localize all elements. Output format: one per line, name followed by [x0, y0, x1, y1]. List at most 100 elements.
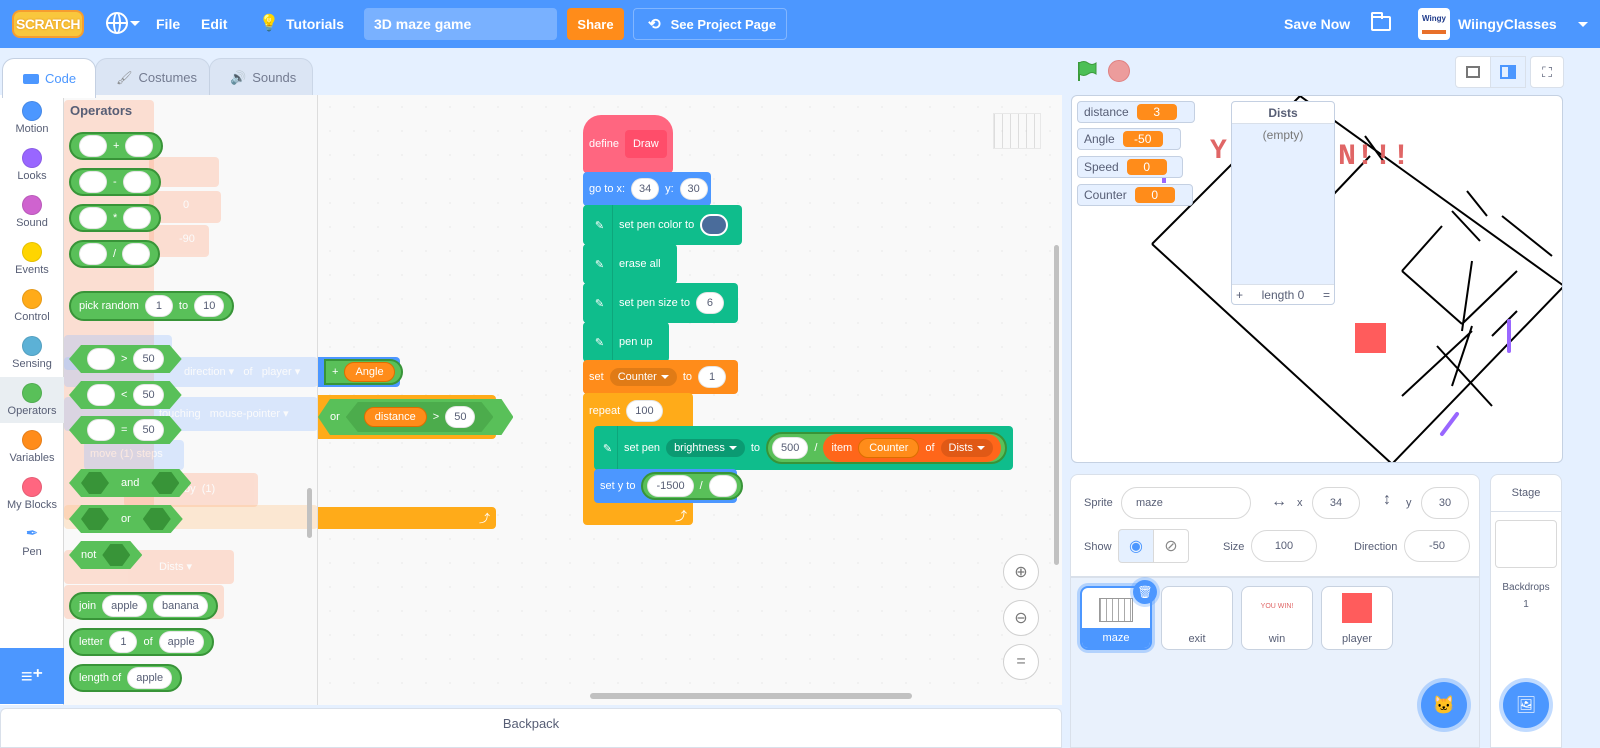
- category-motion[interactable]: Motion: [0, 95, 64, 141]
- add-block[interactable]: +: [69, 132, 164, 160]
- workspace-vertical-scrollbar[interactable]: [1054, 245, 1059, 565]
- or-operator[interactable]: or distance >50: [318, 399, 513, 435]
- color-swatch-input[interactable]: [700, 214, 729, 236]
- empty-slot[interactable]: [79, 171, 107, 193]
- go-to-xy-block[interactable]: go to x: 34 y: 30: [583, 172, 711, 206]
- empty-slot[interactable]: [79, 207, 107, 229]
- size-input[interactable]: 100: [1251, 530, 1317, 562]
- stray-motion-block[interactable]: + Angle: [318, 357, 403, 387]
- choose-backdrop-button[interactable]: 🖼: [1503, 682, 1549, 728]
- empty-slot[interactable]: [87, 419, 115, 441]
- text-input[interactable]: banana: [153, 595, 208, 617]
- palette-scrollbar[interactable]: [307, 488, 312, 538]
- category-operators[interactable]: Operators: [0, 377, 64, 423]
- green-flag-button[interactable]: [1076, 60, 1098, 82]
- set-variable-block[interactable]: set Counter to 1: [583, 360, 738, 394]
- boolean-slot[interactable]: [81, 472, 109, 494]
- erase-all-block[interactable]: ✎ erase all: [583, 244, 677, 284]
- numerator-input[interactable]: 500: [772, 437, 809, 459]
- add-extension-button[interactable]: ≡⁺: [0, 648, 64, 704]
- list-resize-handle[interactable]: =: [1323, 288, 1330, 302]
- set-pen-param-block[interactable]: ✎ set pen brightness to 500 / item Count…: [594, 426, 1013, 470]
- my-stuff-folder-icon[interactable]: [1371, 12, 1391, 31]
- stage-thumbnail[interactable]: [1495, 520, 1557, 568]
- y-input[interactable]: 30: [679, 178, 708, 200]
- angle-variable[interactable]: Angle: [344, 362, 395, 382]
- edit-menu[interactable]: Edit: [201, 16, 227, 32]
- file-menu[interactable]: File: [156, 16, 180, 32]
- stop-button[interactable]: [1108, 60, 1130, 82]
- empty-slot[interactable]: [708, 475, 737, 497]
- code-workspace[interactable]: + Angle or distance >50 ⤴ define Draw go t…: [318, 95, 1062, 705]
- small-stage-button[interactable]: [1455, 56, 1491, 88]
- length-of-block[interactable]: length of apple: [69, 664, 183, 692]
- sprite-name-input[interactable]: maze: [1121, 487, 1251, 519]
- sprite-thumb-player[interactable]: player: [1321, 586, 1393, 650]
- tutorials-menu[interactable]: Tutorials: [286, 16, 344, 32]
- custom-block-name[interactable]: Draw: [624, 130, 667, 158]
- text-input[interactable]: apple: [158, 631, 204, 653]
- equals-block[interactable]: = 50: [69, 416, 182, 444]
- direction-input[interactable]: -50: [1404, 530, 1470, 562]
- value-input[interactable]: 50: [133, 384, 163, 406]
- pen-up-block[interactable]: ✎ pen up: [583, 322, 669, 362]
- distance-variable[interactable]: distance: [364, 407, 427, 427]
- counter-variable[interactable]: Counter: [858, 438, 920, 458]
- letter-of-block[interactable]: letter 1 of apple: [69, 628, 214, 656]
- stray-control-block[interactable]: or distance >50: [318, 395, 496, 439]
- scratch-logo[interactable]: SCRATCH: [12, 10, 84, 38]
- tab-costumes[interactable]: 🖌 Costumes: [95, 58, 210, 96]
- empty-slot[interactable]: [125, 135, 154, 157]
- category-variables[interactable]: Variables: [0, 424, 64, 470]
- pick-random-block[interactable]: pick random 1 to 10: [69, 291, 235, 321]
- greater-than-operator[interactable]: distance >50: [346, 402, 494, 432]
- tab-sounds[interactable]: 🔊 Sounds: [209, 58, 313, 96]
- delete-sprite-button[interactable]: 🗑: [1133, 580, 1157, 604]
- list-monitor-dists[interactable]: Dists (empty) + length 0 =: [1231, 101, 1335, 305]
- multiply-block[interactable]: *: [69, 204, 162, 232]
- backpack[interactable]: Backpack: [0, 708, 1062, 748]
- category-sensing[interactable]: Sensing: [0, 330, 64, 376]
- set-pen-color-block[interactable]: ✎ set pen color to: [583, 205, 742, 245]
- variable-monitor-speed[interactable]: Speed 0: [1077, 156, 1183, 178]
- category-my-blocks[interactable]: My Blocks: [0, 471, 64, 517]
- category-pen[interactable]: ✒ Pen: [0, 518, 64, 564]
- avatar[interactable]: Wingy: [1418, 8, 1450, 40]
- language-globe-icon[interactable]: [106, 12, 128, 34]
- repeat-count-input[interactable]: 100: [626, 400, 663, 422]
- x-position-input[interactable]: 34: [1312, 487, 1360, 519]
- stage-canvas[interactable]: Y N!!! distance 3 Angle -50 Speed 0 Counter…: [1071, 95, 1563, 463]
- to-input[interactable]: 10: [194, 295, 225, 317]
- category-looks[interactable]: Looks: [0, 142, 64, 188]
- variable-monitor-angle[interactable]: Angle -50: [1077, 128, 1181, 150]
- define-block[interactable]: define Draw: [583, 115, 673, 173]
- list-dropdown[interactable]: Dists: [940, 439, 993, 457]
- item-of-list-block[interactable]: item Counter of Dists: [823, 434, 1001, 462]
- value-input[interactable]: 50: [133, 348, 163, 370]
- or-block[interactable]: or: [69, 505, 183, 533]
- pen-param-dropdown[interactable]: brightness: [666, 439, 745, 457]
- join-block[interactable]: join apple banana: [69, 592, 218, 620]
- not-block[interactable]: not: [69, 541, 142, 569]
- player-sprite[interactable]: [1355, 323, 1386, 353]
- text-input[interactable]: apple: [102, 595, 148, 617]
- boolean-slot[interactable]: [102, 544, 130, 566]
- sprite-thumb-win[interactable]: YOU WIN! win: [1241, 586, 1313, 650]
- save-now-button[interactable]: Save Now: [1284, 16, 1350, 32]
- numerator-input[interactable]: -1500: [647, 475, 694, 497]
- value-input[interactable]: 1: [698, 366, 727, 388]
- stray-c-block-bottom[interactable]: ⤴: [318, 507, 496, 529]
- share-button[interactable]: Share: [567, 8, 624, 40]
- empty-slot[interactable]: [87, 384, 115, 406]
- see-project-page-button[interactable]: ⟲ See Project Page: [633, 8, 787, 40]
- text-input[interactable]: apple: [127, 667, 173, 689]
- subtract-block[interactable]: -: [69, 168, 161, 196]
- account-chevron-icon[interactable]: [1578, 22, 1588, 27]
- fullscreen-button[interactable]: ⛶: [1530, 56, 1564, 88]
- boolean-slot[interactable]: [81, 508, 109, 530]
- workspace-horizontal-scrollbar[interactable]: [590, 693, 912, 699]
- category-sound[interactable]: Sound: [0, 189, 64, 235]
- divide-operator[interactable]: -1500 /: [641, 472, 743, 500]
- variable-dropdown[interactable]: Counter: [609, 368, 677, 386]
- divide-block[interactable]: /: [69, 240, 161, 268]
